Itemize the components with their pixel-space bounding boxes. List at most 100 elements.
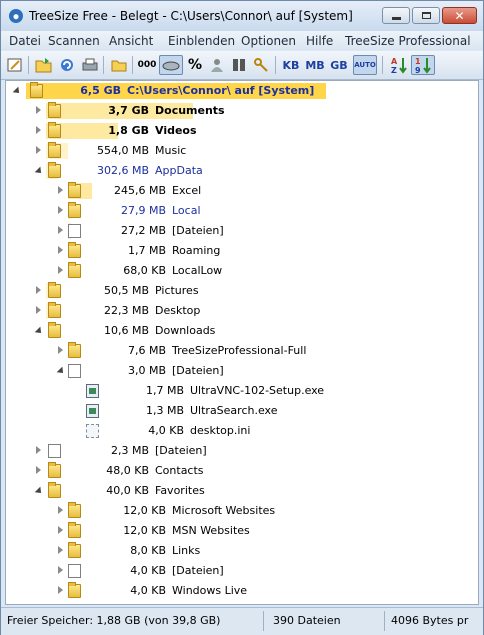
expand-arrow-icon[interactable] xyxy=(36,466,41,474)
menu-optionen[interactable]: Optionen xyxy=(241,34,296,48)
tree-row[interactable]: 8,0 KB Links xyxy=(6,541,478,561)
tree-row-name: [Dateien] xyxy=(172,224,224,237)
owner-button[interactable] xyxy=(207,55,227,75)
expand-arrow-icon[interactable] xyxy=(58,226,63,234)
mb-icon: MB xyxy=(305,58,325,72)
tree-row[interactable]: 1,7 MB UltraVNC-102-Setup.exe xyxy=(6,381,478,401)
collapse-arrow-icon[interactable] xyxy=(34,486,44,496)
tree-row[interactable]: 12,0 KB Microsoft Websites xyxy=(6,501,478,521)
tree-row[interactable]: 27,2 MB [Dateien] xyxy=(6,221,478,241)
expand-arrow-icon[interactable] xyxy=(58,546,63,554)
tree-row[interactable]: 6,5 GB C:\Users\Connor\ auf [System] xyxy=(6,81,478,101)
expand-arrow-icon[interactable] xyxy=(36,306,41,314)
expand-arrow-icon[interactable] xyxy=(58,206,63,214)
maximize-button[interactable] xyxy=(412,7,440,24)
refresh-button[interactable] xyxy=(57,55,77,75)
tree-row[interactable]: 3,7 GB Documents xyxy=(6,101,478,121)
expand-arrow-icon[interactable] xyxy=(36,286,41,294)
menu-einblenden[interactable]: Einblenden xyxy=(168,34,235,48)
tree-row-size: 48,0 KB xyxy=(106,464,149,477)
key-button[interactable] xyxy=(251,55,271,75)
tree-row[interactable]: 27,9 MB Local xyxy=(6,201,478,221)
title-bar[interactable]: TreeSize Free - Belegt - C:\Users\Connor… xyxy=(1,1,483,31)
expand-arrow-icon[interactable] xyxy=(36,126,41,134)
tree-row-name: C:\Users\Connor\ auf [System] xyxy=(127,84,315,97)
tree-row[interactable]: 4,0 KB Windows Live xyxy=(6,581,478,601)
expand-arrow-icon[interactable] xyxy=(36,446,41,454)
tree-row[interactable]: 4,0 KB desktop.ini xyxy=(6,421,478,441)
percent-button[interactable]: % xyxy=(185,55,205,75)
tree-row[interactable]: 1,3 MB UltraSearch.exe xyxy=(6,401,478,421)
expand-arrow-icon[interactable] xyxy=(58,566,63,574)
collapse-arrow-icon[interactable] xyxy=(12,86,22,96)
menu-scannen[interactable]: Scannen xyxy=(48,34,100,48)
collapse-arrow-icon[interactable] xyxy=(56,366,66,376)
tree-row[interactable]: 22,3 MB Desktop xyxy=(6,301,478,321)
kb-button[interactable]: KB xyxy=(281,55,301,75)
exe-file-icon xyxy=(86,384,99,398)
minimize-button[interactable] xyxy=(382,7,410,24)
tree-row-size: 4,0 KB xyxy=(130,584,166,597)
tree-row[interactable]: 12,0 KB MSN Websites xyxy=(6,521,478,541)
expand-arrow-icon[interactable] xyxy=(36,106,41,114)
file-icon xyxy=(68,564,81,578)
expand-arrow-icon[interactable] xyxy=(58,586,63,594)
menu-hilfe[interactable]: Hilfe xyxy=(306,34,333,48)
folder-icon xyxy=(48,102,61,118)
mb-button[interactable]: MB xyxy=(305,55,325,75)
tree-row[interactable]: 48,0 KB Contacts xyxy=(6,461,478,481)
print-button[interactable] xyxy=(80,55,100,75)
menu-ansicht[interactable]: Ansicht xyxy=(109,34,153,48)
tree-row[interactable]: 2,3 MB [Dateien] xyxy=(6,441,478,461)
tree-row-name: UltraVNC-102-Setup.exe xyxy=(190,384,325,397)
toolbar-separator xyxy=(132,56,133,74)
sort-size-button[interactable]: 19 xyxy=(411,55,435,75)
collapse-arrow-icon[interactable] xyxy=(34,166,44,176)
menu-datei[interactable]: Datei xyxy=(9,34,41,48)
tree-row[interactable]: 302,6 MB AppData xyxy=(6,161,478,181)
gb-button[interactable]: GB xyxy=(329,55,349,75)
tree-row[interactable]: 50,5 MB Pictures xyxy=(6,281,478,301)
auto-button[interactable]: AUTO xyxy=(353,55,377,75)
svg-text:A: A xyxy=(391,57,398,66)
tree-row-name: Local xyxy=(172,204,201,217)
tree-row[interactable]: 554,0 MB Music xyxy=(6,141,478,161)
status-file-count: 390 Dateien xyxy=(273,614,341,627)
tree-row[interactable]: 7,6 MB TreeSizeProfessional-Full xyxy=(6,341,478,361)
tree-row-size: 3,0 MB xyxy=(127,364,166,377)
expand-arrow-icon[interactable] xyxy=(58,526,63,534)
tree-row-name: AppData xyxy=(155,164,203,177)
tree-row[interactable]: 3,0 MB [Dateien] xyxy=(6,361,478,381)
open-folder-button[interactable] xyxy=(34,55,54,75)
size-view-button[interactable] xyxy=(159,55,183,75)
tree-row-size: 1,8 GB xyxy=(108,124,149,137)
expand-arrow-icon[interactable] xyxy=(36,146,41,154)
tree-row-size: 10,6 MB xyxy=(103,324,149,337)
tree-row[interactable]: 10,6 MB Downloads xyxy=(6,321,478,341)
tree-row[interactable]: 1,8 GB Videos xyxy=(6,121,478,141)
expand-arrow-icon[interactable] xyxy=(58,506,63,514)
sort-name-button[interactable]: AZ xyxy=(389,55,409,75)
expand-arrow-icon[interactable] xyxy=(58,346,63,354)
expand-arrow-icon[interactable] xyxy=(58,186,63,194)
tree-row[interactable]: 4,0 KB [Dateien] xyxy=(6,561,478,581)
folder-tree[interactable]: 6,5 GB C:\Users\Connor\ auf [System] 3,7 G… xyxy=(5,80,479,605)
tree-row-name: [Dateien] xyxy=(155,444,207,457)
tree-row[interactable]: 40,0 KB Favorites xyxy=(6,481,478,501)
edit-path-button[interactable] xyxy=(5,55,25,75)
tree-row-name: Windows Live xyxy=(172,584,248,597)
tree-row[interactable]: 1,7 MB Roaming xyxy=(6,241,478,261)
tree-row[interactable]: 245,6 MB Excel xyxy=(6,181,478,201)
tree-row[interactable]: 68,0 KB LocalLow xyxy=(6,261,478,281)
close-button[interactable]: ✕ xyxy=(442,7,477,24)
expand-arrow-icon[interactable] xyxy=(58,246,63,254)
expand-arrow-icon[interactable] xyxy=(58,266,63,274)
refresh-icon xyxy=(61,59,73,71)
collapse-arrow-icon[interactable] xyxy=(34,326,44,336)
users-icon xyxy=(211,59,223,72)
menu-treesize-professional[interactable]: TreeSize Professional xyxy=(345,34,471,48)
tree-row-name: Pictures xyxy=(155,284,199,297)
explorer-button[interactable] xyxy=(109,55,129,75)
digits-button[interactable]: 000 xyxy=(137,55,157,75)
columns-button[interactable] xyxy=(229,55,249,75)
